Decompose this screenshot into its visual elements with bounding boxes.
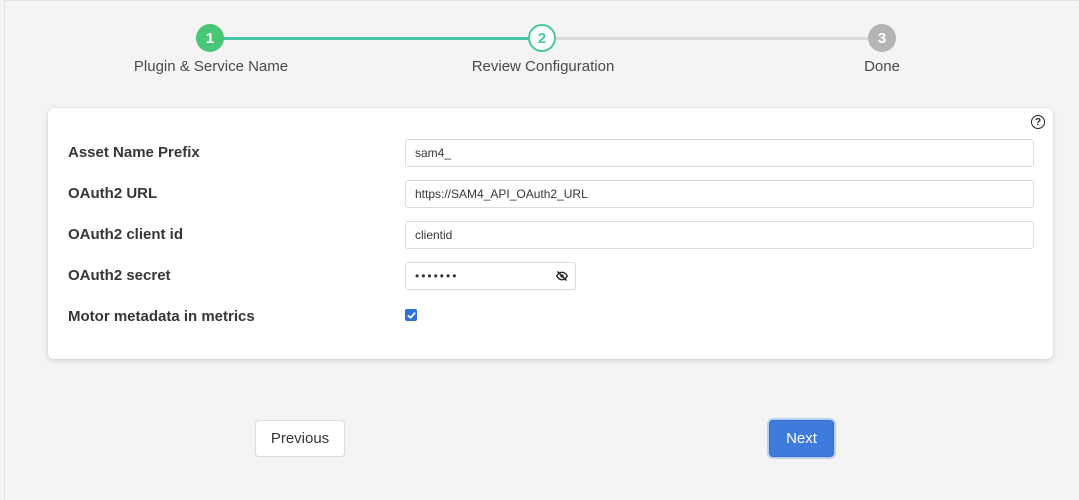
step-1-indicator: 1 [196, 24, 224, 52]
toggle-visibility-button[interactable] [548, 262, 576, 290]
field-label: Motor metadata in metrics [68, 308, 255, 325]
next-button[interactable]: Next [769, 420, 834, 457]
step-3-indicator: 3 [868, 24, 896, 52]
step-3-label: Done [864, 58, 900, 75]
field-oauth2-secret: OAuth2 secret ••••••• [68, 262, 1034, 292]
field-oauth2-client-id: OAuth2 client id clientid [68, 221, 1034, 251]
field-oauth2-url: OAuth2 URL https://SAM4_API_OAuth2_URL [68, 180, 1034, 210]
configuration-card: ? Asset Name Prefix sam4_ OAuth2 URL htt… [48, 108, 1053, 359]
step-1-label: Plugin & Service Name [133, 58, 289, 75]
oauth2-secret-input[interactable]: ••••••• [405, 262, 549, 290]
field-label: OAuth2 client id [68, 226, 184, 243]
field-motor-metadata: Motor metadata in metrics [68, 303, 1034, 333]
oauth2-client-id-input[interactable]: clientid [405, 221, 1034, 249]
field-label: Asset Name Prefix [68, 144, 200, 161]
checkmark-icon [407, 311, 416, 319]
field-label: OAuth2 secret [68, 267, 171, 284]
help-icon[interactable]: ? [1031, 115, 1045, 129]
stepper-track-complete [210, 37, 542, 40]
eye-slash-icon [555, 270, 568, 282]
motor-metadata-checkbox[interactable] [405, 309, 417, 321]
step-2-label: Review Configuration [471, 58, 615, 75]
step-2-indicator: 2 [528, 24, 556, 52]
oauth2-url-input[interactable]: https://SAM4_API_OAuth2_URL [405, 180, 1034, 208]
wizard-stepper: 1 2 3 Plugin & Service Name Review Confi… [0, 0, 1079, 90]
previous-button[interactable]: Previous [255, 420, 345, 457]
asset-name-prefix-input[interactable]: sam4_ [405, 139, 1034, 167]
field-asset-name-prefix: Asset Name Prefix sam4_ [68, 139, 1034, 169]
stepper-track-pending [542, 37, 882, 40]
field-label: OAuth2 URL [68, 185, 158, 202]
